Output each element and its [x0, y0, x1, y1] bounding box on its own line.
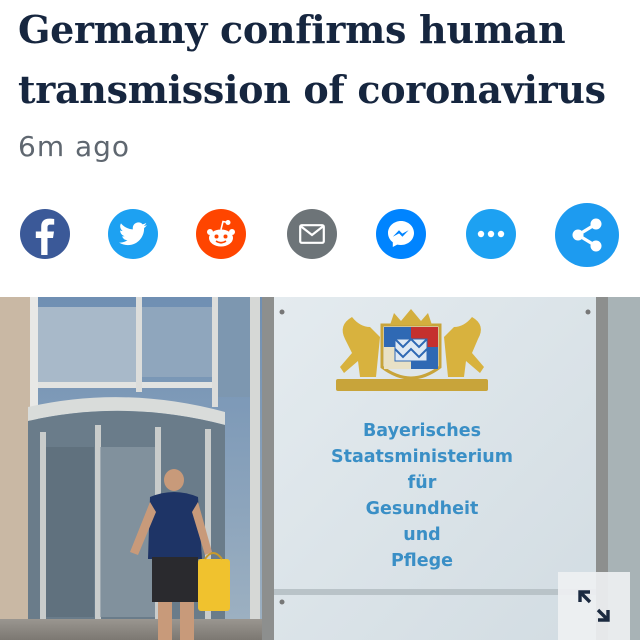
more-share-options-button[interactable]	[466, 209, 516, 259]
headline-line-2: transmission of coronavirus	[18, 67, 606, 112]
reddit-share-button[interactable]	[196, 209, 246, 259]
ministry-sign-text: Bayerisches Staatsministerium für Gesund…	[312, 418, 532, 574]
sign-line-6: Pflege	[390, 551, 454, 571]
reddit-icon	[207, 220, 235, 247]
expand-arrows-icon	[578, 590, 610, 622]
messenger-icon	[388, 221, 414, 247]
mail-icon	[299, 224, 325, 244]
sign-line-4: Gesundheit	[365, 499, 479, 519]
sign-line-2: Staatsministerium	[330, 447, 514, 467]
share-icon	[572, 218, 602, 252]
article-timestamp: 6m ago	[18, 130, 131, 163]
sign-line-3: für	[407, 473, 437, 493]
twitter-share-button[interactable]	[108, 209, 158, 259]
expand-image-button[interactable]	[558, 572, 630, 640]
twitter-icon	[119, 222, 147, 246]
facebook-icon	[35, 218, 55, 255]
facebook-share-button[interactable]	[20, 209, 70, 259]
share-bar	[0, 203, 640, 267]
messenger-share-button[interactable]	[376, 209, 426, 259]
sign-line-5: und	[403, 525, 441, 545]
email-share-button[interactable]	[287, 209, 337, 259]
more-dots-icon	[477, 230, 505, 238]
native-share-button[interactable]	[555, 203, 619, 267]
headline-line-1: Germany confirms human	[18, 7, 566, 52]
sign-line-1: Bayerisches	[362, 421, 482, 441]
article-headline: Germany confirms human transmission of c…	[18, 0, 628, 120]
article-photo: Bayerisches Staatsministerium für Gesund…	[0, 297, 640, 640]
